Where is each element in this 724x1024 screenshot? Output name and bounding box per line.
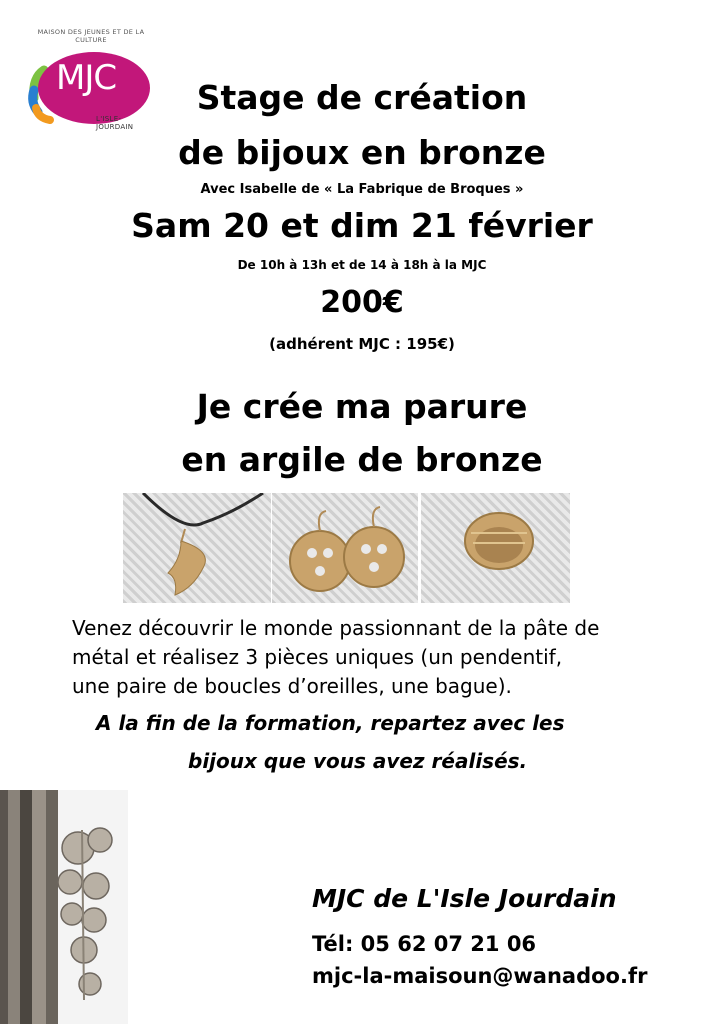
member-price: (adhérent MJC : 195€) — [269, 335, 455, 353]
instructor-line: Avec Isabelle de « La Fabrique de Broque… — [200, 182, 524, 197]
subtitle-line-2: en argile de bronze — [181, 440, 543, 479]
description-line: métal et réalisez 3 pièces uniques (un p… — [72, 645, 563, 669]
price: 200€ — [320, 285, 404, 320]
description-line: une paire de boucles d’oreilles, une bag… — [72, 674, 512, 698]
logo-subtitle: L'ISLE-JOURDAIN — [96, 115, 134, 131]
earrings-photo — [272, 493, 418, 603]
phone-number: Tél: 05 62 07 21 06 — [312, 932, 537, 956]
subtitle-line-1: Je crée ma parure — [196, 387, 528, 426]
ring-photo — [421, 493, 570, 603]
title-line-2: de bijoux en bronze — [178, 133, 546, 172]
description-line: Venez découvrir le monde passionnant de … — [72, 616, 600, 640]
event-hours: De 10h à 13h et de 14 à 18h à la MJC — [237, 258, 487, 272]
closing-line-1: A la fin de la formation, repartez avec … — [96, 711, 565, 735]
description: Venez découvrir le monde passionnant de … — [72, 614, 672, 701]
event-dates: Sam 20 et dim 21 février — [131, 206, 593, 245]
organization-name: MJC de L'Isle Jourdain — [312, 884, 617, 913]
closing-line-2: bijoux que vous avez réalisés. — [188, 749, 528, 773]
title-line-1: Stage de création — [196, 78, 528, 117]
jewelry-bottom-photo — [0, 790, 128, 1024]
email-address[interactable]: mjc-la-maisoun@wanadoo.fr — [312, 964, 647, 988]
pendant-photo — [123, 493, 271, 603]
logo-arc-text: MAISON DES JEUNES ET DE LA CULTURE — [37, 28, 145, 44]
